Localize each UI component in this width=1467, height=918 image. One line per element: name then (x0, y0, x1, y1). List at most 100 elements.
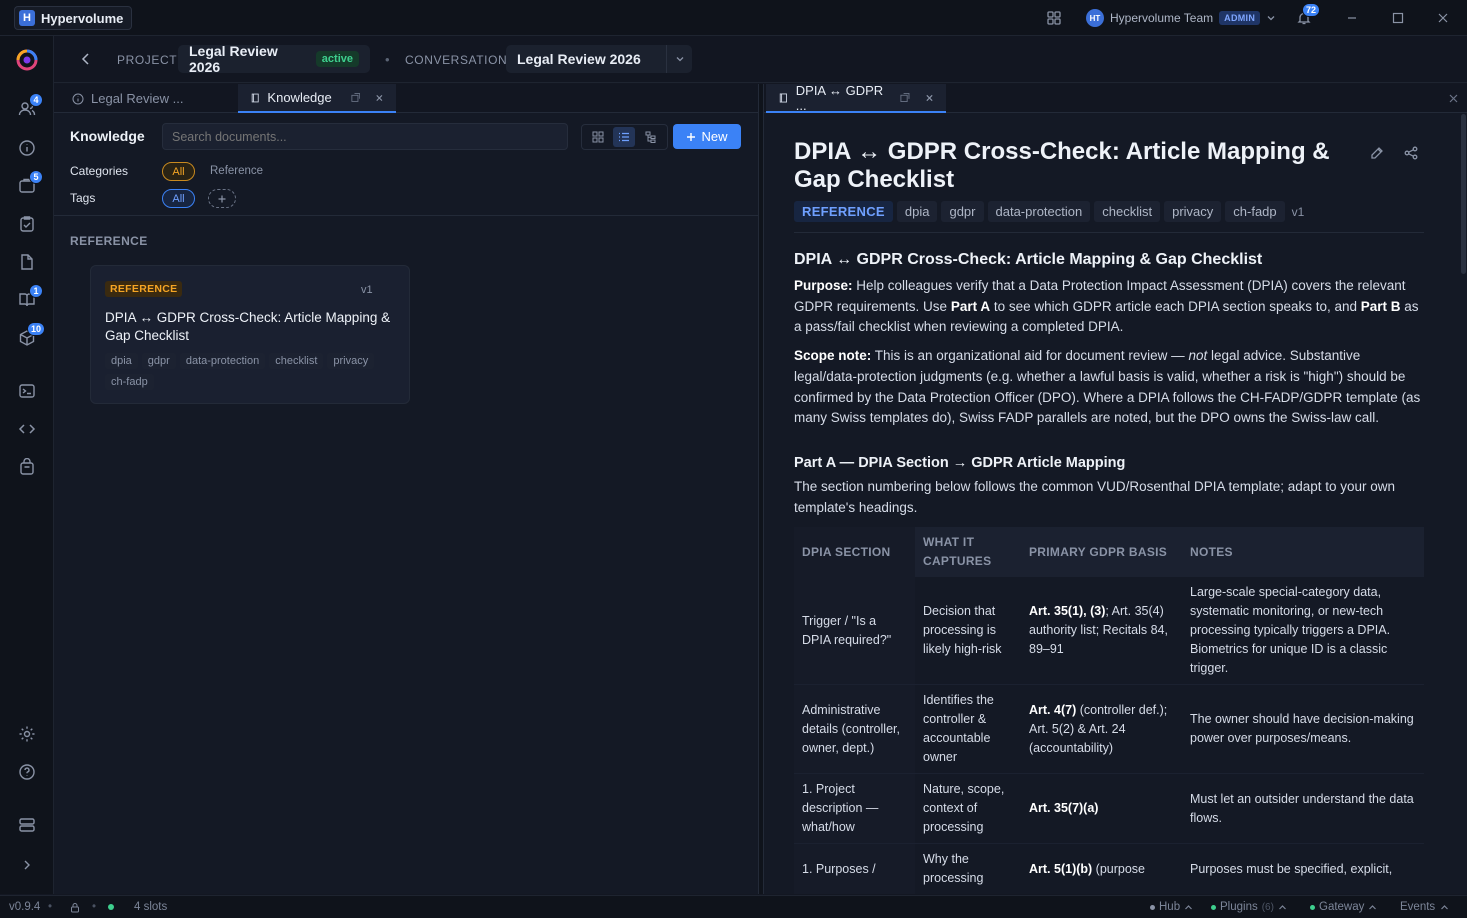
tag: data-protection (987, 201, 1091, 222)
category-all-chip[interactable]: All (162, 162, 195, 181)
tag-all-chip[interactable]: All (162, 189, 195, 208)
tab-label: Legal Review ... (91, 91, 184, 106)
brand-logo-icon[interactable] (15, 48, 39, 72)
book-icon (251, 93, 259, 102)
plus-icon (218, 195, 226, 202)
document-card[interactable]: REFERENCE v1 DPIA ↔ GDPR Cross-Check: Ar… (90, 265, 410, 404)
cell-section: Administrative details (controller, owne… (794, 684, 915, 775)
book-icon (779, 93, 787, 102)
category-reference-chip[interactable]: Reference (210, 165, 263, 177)
divider (54, 215, 758, 216)
help-icon[interactable] (17, 762, 37, 782)
cell-notes: Must let an outsider understand the data… (1182, 773, 1424, 845)
cell-notes: The owner should have decision-making po… (1182, 684, 1424, 775)
hub-menu[interactable]: Hub (1150, 901, 1193, 913)
text: Part B (1360, 298, 1401, 314)
team-switcher[interactable]: HT Hypervolume Team ADMIN (1086, 8, 1276, 28)
app-logo[interactable]: H Hypervolume (14, 6, 133, 30)
popout-icon[interactable] (900, 92, 910, 103)
tree-view-icon[interactable] (640, 127, 662, 147)
table-row: 1. Project description — what/how Nature… (794, 773, 1424, 845)
close-window-icon[interactable] (1435, 10, 1451, 26)
cell-basis: Art. 35(1), (3); Art. 35(4) authority li… (1021, 577, 1182, 686)
events-menu[interactable]: Events (1400, 901, 1449, 913)
left-rail: 4 5 1 10 (0, 36, 54, 894)
cell-captures: Nature, scope, context of processing (915, 773, 1021, 845)
tag: privacy (327, 353, 375, 369)
shopping-bag-icon[interactable] (17, 457, 37, 477)
info-icon[interactable] (17, 138, 37, 158)
package-icon[interactable]: 10 (17, 322, 46, 348)
separator-dot: • (92, 901, 97, 913)
scope-paragraph: Scope note: This is an organizational ai… (794, 346, 1424, 429)
terminal-icon[interactable] (17, 381, 37, 401)
cell-basis: Art. 35(7)(a) (1021, 773, 1182, 845)
table-row: Administrative details (controller, owne… (794, 684, 1424, 775)
gateway-menu[interactable]: Gateway (1310, 901, 1377, 913)
back-icon[interactable] (78, 51, 94, 67)
project-label: PROJECT (117, 53, 178, 67)
project-selector[interactable]: Legal Review 2026 active (178, 43, 370, 75)
book-icon[interactable]: 1 (17, 284, 43, 310)
servers-icon[interactable] (17, 815, 37, 835)
tag: data-protection (179, 353, 266, 369)
expand-rail-icon[interactable] (17, 855, 37, 875)
conversation-selector[interactable]: Legal Review 2026 (506, 45, 692, 73)
cell-notes: Large-scale special-category data, syste… (1182, 577, 1424, 686)
close-tab-icon[interactable] (375, 93, 384, 103)
cell-basis: Art. 5(1)(b) (purpose (1021, 843, 1182, 894)
info-icon (72, 93, 84, 104)
add-tag-button[interactable] (208, 189, 236, 208)
grid-view-icon[interactable] (587, 127, 609, 147)
jobs-icon[interactable]: 5 (17, 170, 43, 196)
code-icon[interactable] (17, 419, 37, 439)
tag: gdpr (141, 353, 176, 369)
clipboard-check-icon[interactable] (17, 214, 37, 234)
tab-legal-review[interactable]: Legal Review ... (60, 84, 236, 113)
team-icon[interactable]: 4 (17, 93, 43, 119)
part-a-heading: Part A — DPIA Section → GDPR Article Map… (794, 454, 1126, 471)
new-document-button[interactable]: New (673, 124, 741, 149)
tag: checklist (269, 353, 324, 369)
lock-icon[interactable] (70, 902, 80, 913)
plugins-menu[interactable]: Plugins (6) (1211, 901, 1287, 913)
cell-section: 1. Purposes / (794, 843, 915, 894)
scrollbar-thumb[interactable] (1461, 114, 1466, 274)
version-label: v1 (361, 284, 373, 296)
purpose-paragraph: Purpose: Help colleagues verify that a D… (794, 276, 1424, 338)
categories-label: Categories (70, 164, 129, 178)
bell-icon[interactable]: 72 (1296, 3, 1321, 26)
minimize-icon[interactable] (1344, 10, 1360, 26)
text: Art. 4(7) (1029, 702, 1077, 717)
search-input[interactable] (162, 123, 568, 150)
hub-status-dot (1150, 904, 1155, 910)
close-pane-icon[interactable] (1449, 94, 1458, 103)
plugins-count: (6) (1261, 901, 1274, 913)
version-text: v0.9.4 (9, 901, 41, 913)
document-pane: DPIA ↔ GDPR ... DPIA ↔ GDPR Cross-Check:… (764, 83, 1467, 894)
popout-icon[interactable] (351, 92, 361, 103)
document-content: DPIA ↔ GDPR Cross-Check: Article Mapping… (794, 124, 1424, 894)
tag: dpia (896, 201, 938, 222)
category-badge: REFERENCE (105, 281, 183, 297)
table-row: Trigger / "Is a DPIA required?" Decision… (794, 577, 1424, 686)
file-icon[interactable] (17, 252, 37, 272)
grid-icon[interactable] (1046, 10, 1062, 26)
list-view-icon[interactable] (613, 127, 636, 147)
card-tags: dpia gdpr data-protection checklist privacy c… (105, 352, 405, 394)
cell-section: 1. Project description — what/how (794, 773, 915, 845)
tab-document[interactable]: DPIA ↔ GDPR ... (766, 83, 946, 113)
maximize-icon[interactable] (1390, 10, 1406, 26)
models-badge: 10 (27, 322, 46, 336)
gateway-status-dot (1310, 904, 1315, 910)
tab-label: Knowledge (267, 90, 332, 105)
document-title: DPIA ↔ GDPR Cross-Check: Article Mapping… (794, 138, 1330, 193)
text: Art. 35(1), (3) (1029, 604, 1106, 619)
app-name: Hypervolume (41, 10, 124, 26)
close-tab-icon[interactable] (925, 93, 934, 103)
knowledge-title: Knowledge (70, 128, 145, 144)
chevron-down-icon[interactable] (666, 45, 692, 73)
tab-knowledge[interactable]: Knowledge (238, 84, 396, 113)
app-logo-icon: H (19, 10, 35, 26)
settings-icon[interactable] (17, 724, 37, 744)
